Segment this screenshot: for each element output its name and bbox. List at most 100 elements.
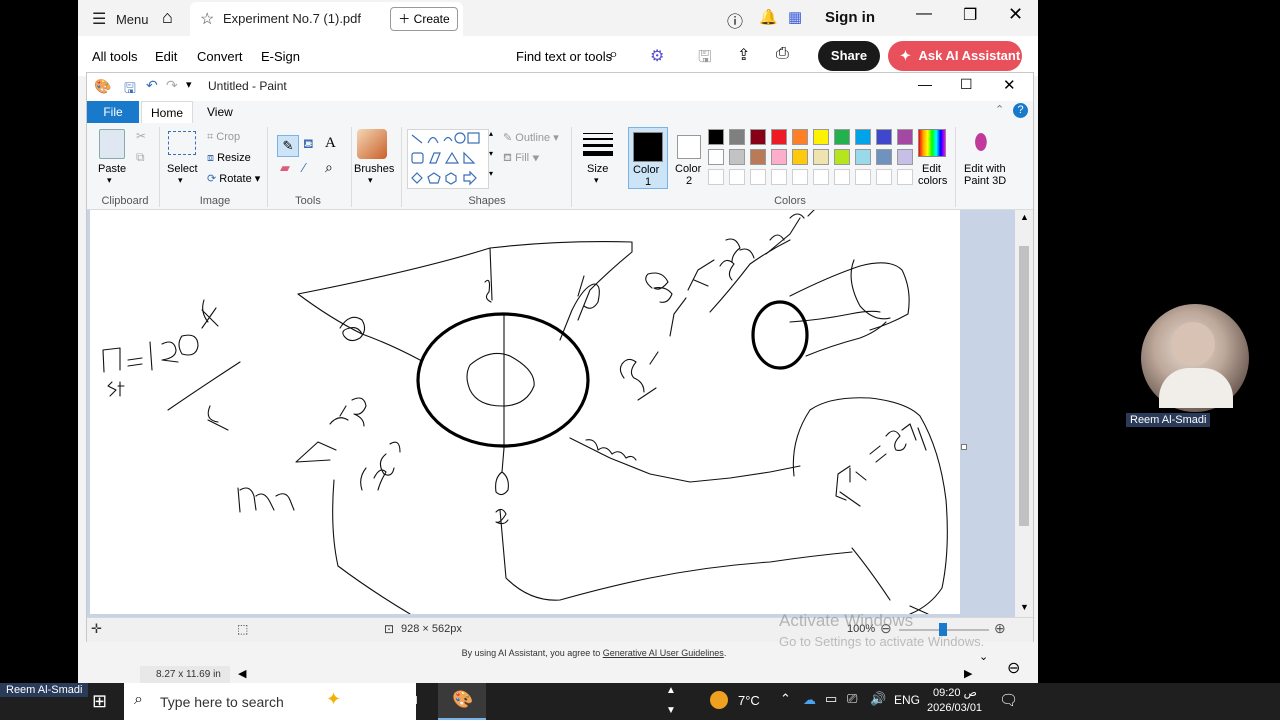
- zoom-out-icon[interactable]: ⊖: [1007, 658, 1020, 678]
- tab-view[interactable]: View: [207, 105, 233, 119]
- taskbar-scroll-up-icon[interactable]: ▲: [666, 685, 676, 696]
- scroll-left-icon[interactable]: ◀: [238, 667, 246, 680]
- color-wheel-icon[interactable]: [918, 129, 946, 157]
- cut-icon[interactable]: ✂: [136, 129, 146, 143]
- fill-button[interactable]: ⛾ Fill ▾: [503, 152, 540, 166]
- copy-icon[interactable]: ⧉: [136, 150, 145, 165]
- sign-in-button[interactable]: Sign in: [825, 9, 875, 26]
- color-swatch[interactable]: [834, 129, 850, 145]
- scroll-up-icon[interactable]: ▲: [1020, 212, 1029, 222]
- color-swatch[interactable]: [876, 149, 892, 165]
- print-icon[interactable]: ⎙: [776, 45, 789, 63]
- outline-button[interactable]: ✎ Outline ▾: [503, 131, 559, 144]
- paint3d-icon[interactable]: ⬮: [974, 129, 988, 155]
- upload-icon[interactable]: ⇪: [737, 45, 750, 65]
- menu-all-tools[interactable]: All tools: [92, 49, 138, 64]
- resize-button[interactable]: ⧈ Resize: [207, 152, 251, 165]
- text-tool-icon[interactable]: A: [325, 135, 336, 152]
- color-swatch[interactable]: [708, 129, 724, 145]
- ai-tools-icon[interactable]: ⚙: [650, 46, 664, 66]
- find-text-button[interactable]: Find text or tools: [516, 49, 612, 64]
- brushes-icon[interactable]: [357, 129, 387, 159]
- bell-icon[interactable]: 🔔: [759, 8, 778, 26]
- ask-ai-assistant-button[interactable]: ✦ Ask AI Assistant: [888, 41, 1022, 71]
- task-view-icon[interactable]: ⧉: [406, 691, 417, 709]
- color-swatch[interactable]: [729, 129, 745, 145]
- meet-now-icon[interactable]: ⎚: [847, 691, 857, 707]
- scroll-down-icon[interactable]: ▼: [1020, 602, 1029, 612]
- custom-color-slot[interactable]: [771, 169, 787, 185]
- minimize-icon[interactable]: —: [918, 76, 932, 92]
- select-button[interactable]: Select: [167, 163, 198, 175]
- color-swatch[interactable]: [750, 129, 766, 145]
- color-swatch[interactable]: [792, 149, 808, 165]
- color-swatch[interactable]: [771, 149, 787, 165]
- select-dropdown-icon[interactable]: ▾: [178, 175, 183, 186]
- custom-color-slot[interactable]: [897, 169, 913, 185]
- edit-with-paint3d-button[interactable]: Edit with: [964, 163, 1006, 175]
- home-icon[interactable]: ⌂: [162, 7, 173, 28]
- color-picker-icon[interactable]: ⁄: [303, 160, 305, 175]
- custom-color-slot[interactable]: [834, 169, 850, 185]
- windows-start-icon[interactable]: ⊞: [92, 691, 107, 712]
- zoom-in-icon[interactable]: ⊕: [994, 620, 1006, 637]
- fill-bucket-icon[interactable]: ⛾: [303, 136, 314, 154]
- save-icon[interactable]: 🖫: [698, 46, 712, 73]
- scroll-right-icon[interactable]: ▶: [964, 667, 972, 680]
- taskbar-date[interactable]: 2026/03/01: [927, 702, 982, 714]
- color-swatch[interactable]: [729, 149, 745, 165]
- size-dropdown-icon[interactable]: ▾: [594, 175, 599, 186]
- color-swatch[interactable]: [876, 129, 892, 145]
- help-icon[interactable]: ⓘ: [727, 8, 743, 32]
- custom-color-slot[interactable]: [855, 169, 871, 185]
- color-swatch[interactable]: [750, 149, 766, 165]
- maximize-icon[interactable]: ❐: [963, 5, 977, 25]
- language-indicator[interactable]: ENG: [894, 693, 920, 707]
- tab-file[interactable]: File: [87, 101, 139, 123]
- notifications-icon[interactable]: 🗨: [999, 691, 1018, 709]
- search-icon[interactable]: ⌕: [609, 46, 618, 64]
- close-icon[interactable]: ✕: [1003, 76, 1016, 94]
- color-swatch[interactable]: [834, 149, 850, 165]
- size-icon[interactable]: [583, 131, 613, 157]
- rotate-button[interactable]: ⟳ Rotate ▾: [207, 172, 260, 185]
- help-icon[interactable]: ?: [1013, 103, 1028, 118]
- taskbar-paint-app[interactable]: 🎨: [438, 683, 486, 720]
- network-icon[interactable]: ▭: [825, 691, 837, 707]
- create-button[interactable]: ＋ Create: [390, 7, 458, 31]
- color-swatch[interactable]: [855, 129, 871, 145]
- edit-colors-button[interactable]: Edit: [922, 163, 941, 175]
- chevron-down-icon[interactable]: ⌄: [979, 650, 988, 663]
- close-window-icon[interactable]: ✕: [1008, 4, 1023, 25]
- vertical-scrollbar[interactable]: ▲ ▼: [1015, 210, 1033, 617]
- save-icon[interactable]: 🖫: [124, 78, 136, 102]
- color-swatch[interactable]: [813, 149, 829, 165]
- magnifier-icon[interactable]: ⌕: [325, 159, 333, 176]
- canvas-resize-handle[interactable]: [961, 444, 967, 450]
- color2-selector[interactable]: Color 2: [671, 127, 709, 187]
- custom-color-slot[interactable]: [792, 169, 808, 185]
- color1-selector[interactable]: Color 1: [628, 127, 668, 189]
- custom-color-slot[interactable]: [729, 169, 745, 185]
- custom-color-slot[interactable]: [708, 169, 724, 185]
- taskbar-search-box[interactable]: ⌕ Type here to search ✦: [124, 683, 416, 720]
- color-swatch[interactable]: [792, 129, 808, 145]
- onedrive-icon[interactable]: ☁: [803, 692, 816, 708]
- weather-temperature[interactable]: 7°C: [738, 693, 760, 708]
- shapes-more-icon[interactable]: ▾: [489, 169, 493, 178]
- menu-esign[interactable]: E-Sign: [261, 49, 300, 64]
- maximize-icon[interactable]: ☐: [960, 76, 973, 93]
- speaker-icon[interactable]: 🔊: [870, 691, 886, 707]
- collapse-ribbon-icon[interactable]: ⌃: [995, 103, 1004, 116]
- crop-button[interactable]: ⌗ Crop: [207, 131, 240, 144]
- color-swatch[interactable]: [771, 129, 787, 145]
- menu-edit[interactable]: Edit: [155, 49, 177, 64]
- custom-color-slot[interactable]: [876, 169, 892, 185]
- paste-button[interactable]: Paste: [98, 163, 126, 175]
- paste-dropdown-icon[interactable]: ▾: [107, 175, 112, 186]
- menu-convert[interactable]: Convert: [197, 49, 243, 64]
- custom-color-slot[interactable]: [750, 169, 766, 185]
- color-swatch[interactable]: [897, 129, 913, 145]
- redo-icon[interactable]: ↷: [166, 77, 178, 94]
- clipboard-icon[interactable]: [99, 129, 125, 159]
